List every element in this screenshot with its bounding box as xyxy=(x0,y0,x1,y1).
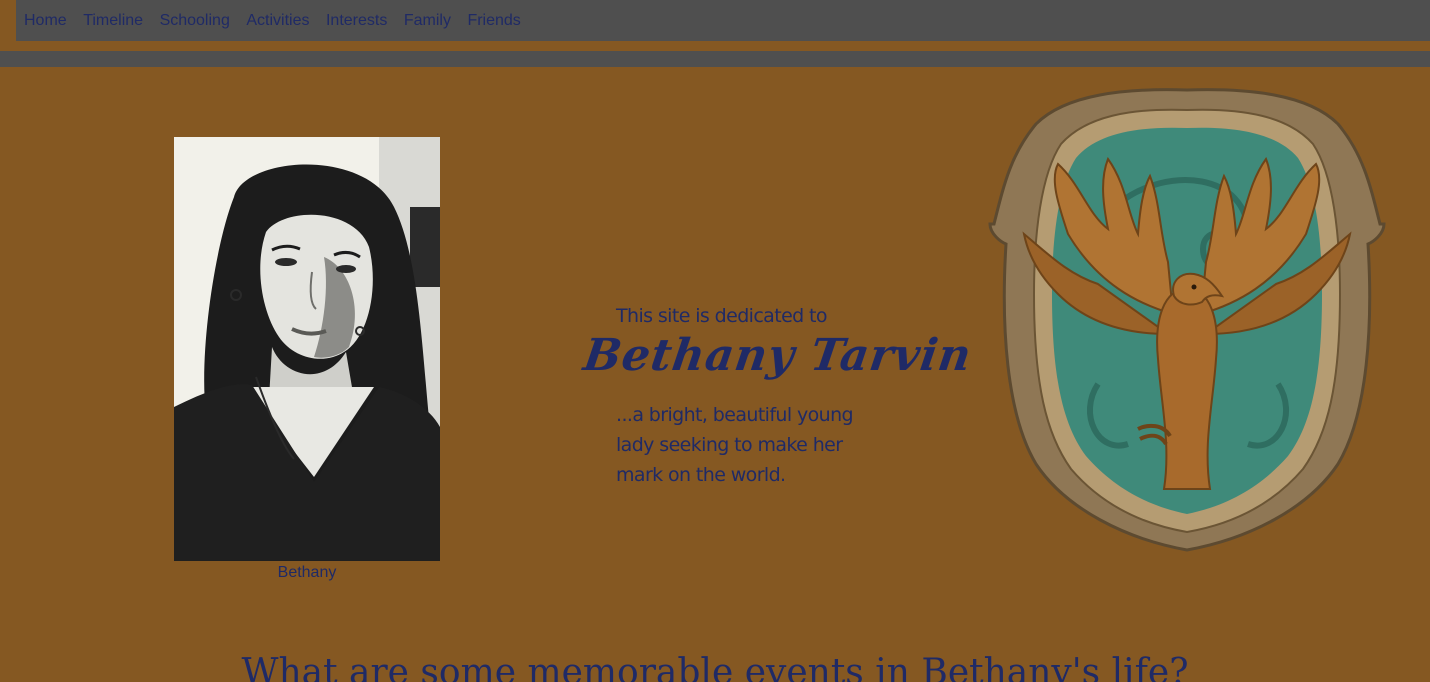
portrait-caption: Bethany xyxy=(277,564,337,581)
nav-interests-link[interactable]: Interests xyxy=(326,12,387,30)
nav-schooling-link[interactable]: Schooling xyxy=(160,12,230,30)
portrait-photo xyxy=(174,137,440,561)
page: Home Timeline Schooling Activities Inter… xyxy=(0,0,1430,682)
nav-timeline-link[interactable]: Timeline xyxy=(83,12,143,30)
nav-family-link[interactable]: Family xyxy=(404,12,451,30)
honoree-name: Bethany Tarvin xyxy=(580,330,975,381)
header-band-gray xyxy=(0,51,1430,67)
dedication-intro: This site is dedicated to xyxy=(616,305,828,327)
nav-home-link[interactable]: Home xyxy=(24,12,67,30)
memorable-events-heading: What are some memorable events in Bethan… xyxy=(241,652,1189,682)
eagle-house-crest-icon xyxy=(988,84,1386,552)
nav-friends-link[interactable]: Friends xyxy=(467,12,520,30)
main-navbar: Home Timeline Schooling Activities Inter… xyxy=(16,0,1430,41)
header-band-orange xyxy=(0,41,1430,51)
nav-activities-link[interactable]: Activities xyxy=(246,12,309,30)
honoree-tagline: ...a bright, beautiful young lady seekin… xyxy=(616,404,854,486)
